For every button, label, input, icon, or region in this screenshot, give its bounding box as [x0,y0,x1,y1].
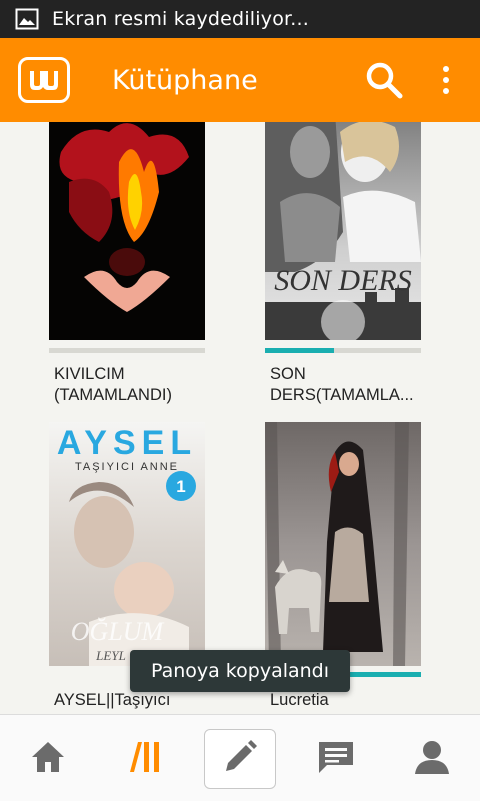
nav-messages[interactable] [300,729,372,789]
pencil-icon [222,739,258,779]
cover-title: SON DERS [274,264,412,297]
book-cover[interactable]: 1 AYSEL TAŞIYICI ANNE OĞLUM LEYL [49,422,205,666]
search-icon[interactable] [364,60,404,100]
book-item[interactable]: SON DERS SON DERS(TAMAMLA... [265,122,421,414]
library-grid: KIVILCIM (TAMAMLANDI) SON DERS SON DERS(… [0,122,480,714]
overflow-menu-icon[interactable] [434,62,458,98]
cover-footer: OĞLUM [71,617,165,646]
status-notification-text: Ekran resmi kaydediliyor... [52,8,310,30]
status-bar: Ekran resmi kaydediliyor... [0,0,480,38]
page-title: Kütüphane [112,64,258,96]
book-title: AYSEL||Taşıyıcı A... [54,691,171,714]
cover-author: LEYL [95,648,126,663]
wattpad-logo-icon[interactable] [18,57,70,103]
cover-subtitle: TAŞIYICI ANNE [75,461,179,473]
reading-progress-fill [265,348,334,353]
book-cover[interactable] [49,122,205,340]
book-title: Lucretia [270,691,329,709]
nav-profile[interactable] [396,729,468,789]
reading-progress [265,348,421,353]
profile-icon [413,739,451,779]
book-cover[interactable]: SON DERS [265,122,421,340]
cover-title: AYSEL [57,424,197,462]
cover-badge: 1 [176,477,185,496]
toast-message: Panoya kopyalandı [130,650,350,692]
message-icon [317,739,355,779]
bottom-nav [0,714,480,801]
reading-progress [49,348,205,353]
book-title: SON DERS(TAMAMLA... [270,365,414,404]
nav-library[interactable] [110,729,182,789]
image-icon [14,6,40,32]
book-item[interactable]: KIVILCIM (TAMAMLANDI) [49,122,205,414]
nav-write[interactable] [204,729,276,789]
home-icon [29,739,67,779]
library-icon [127,739,165,779]
nav-home[interactable] [12,729,84,789]
app-bar: Kütüphane [0,38,480,122]
book-cover[interactable] [265,422,421,666]
book-title: KIVILCIM (TAMAMLANDI) [54,365,172,404]
